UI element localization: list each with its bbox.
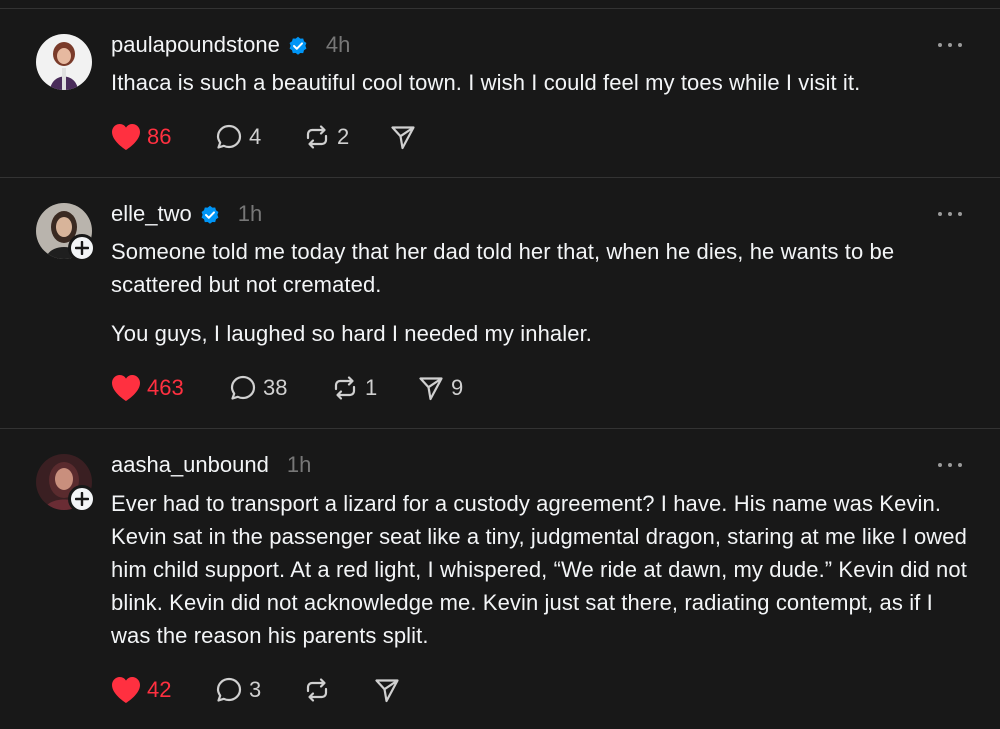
like-button[interactable]: 42	[111, 675, 215, 705]
post-aasha_unbound[interactable]: aasha_unbound 1h Ever had to transport a…	[0, 429, 1000, 729]
share-button[interactable]: 9	[417, 373, 463, 403]
post-paragraph: Ithaca is such a beautiful cool town. I …	[111, 70, 861, 95]
heart-filled-icon	[112, 124, 140, 150]
paper-plane-icon	[391, 126, 415, 150]
heart-filled-icon	[112, 375, 140, 401]
plus-icon	[75, 492, 89, 506]
speech-bubble-icon	[216, 124, 242, 149]
speech-bubble-icon	[230, 375, 256, 400]
username[interactable]: elle_two	[111, 200, 192, 228]
post-paragraph: Ever had to transport a lizard for a cus…	[111, 491, 967, 648]
reply-button[interactable]: 38	[229, 373, 331, 403]
like-button[interactable]: 86	[111, 122, 215, 152]
more-options-icon[interactable]	[936, 204, 964, 224]
reply-button[interactable]: 4	[215, 122, 303, 152]
action-bar: 42 3	[111, 675, 407, 705]
reply-count: 38	[263, 375, 288, 400]
post-elle_two[interactable]: elle_two 1h Someone told me today that h…	[0, 178, 1000, 429]
post-body: Ithaca is such a beautiful cool town. I …	[111, 66, 971, 99]
repost-button[interactable]	[303, 675, 373, 705]
timestamp: 1h	[286, 452, 312, 477]
username[interactable]: paulapoundstone	[111, 31, 280, 59]
reply-count: 3	[249, 677, 262, 702]
like-button[interactable]: 463	[111, 373, 229, 403]
paper-plane-icon	[375, 679, 399, 703]
repost-arrows-icon	[334, 376, 356, 400]
repost-arrows-icon	[306, 678, 328, 702]
reply-button[interactable]: 3	[215, 675, 303, 705]
repost-button[interactable]: 2	[303, 122, 389, 152]
post-paragraph: You guys, I laughed so hard I needed my …	[111, 321, 592, 346]
repost-button[interactable]: 1	[331, 373, 417, 403]
heart-filled-icon	[112, 677, 140, 703]
repost-count: 1	[365, 375, 378, 400]
post-body: Someone told me today that her dad told …	[111, 235, 971, 350]
more-options-icon[interactable]	[936, 455, 964, 475]
post-paragraph: Someone told me today that her dad told …	[111, 239, 895, 297]
post-body: Ever had to transport a lizard for a cus…	[111, 487, 971, 652]
share-button[interactable]	[373, 675, 407, 705]
repost-count: 2	[337, 124, 350, 149]
avatar[interactable]	[36, 34, 92, 90]
plus-icon	[75, 241, 89, 255]
follow-button[interactable]	[68, 485, 96, 513]
verified-badge-icon	[200, 204, 220, 224]
paper-plane-icon	[419, 377, 443, 401]
thread-feed: paulapoundstone 4h Ithaca is such a beau…	[0, 0, 1000, 729]
like-count: 86	[147, 124, 172, 149]
timestamp: 1h	[237, 201, 263, 226]
username[interactable]: aasha_unbound	[111, 451, 269, 479]
verified-badge-icon	[288, 35, 308, 55]
post-paulapoundstone[interactable]: paulapoundstone 4h Ithaca is such a beau…	[0, 0, 1000, 178]
timestamp: 4h	[325, 32, 351, 57]
like-count: 42	[147, 677, 172, 702]
follow-button[interactable]	[68, 234, 96, 262]
repost-arrows-icon	[306, 125, 328, 149]
speech-bubble-icon	[216, 677, 242, 702]
action-bar: 86 4 2	[111, 122, 423, 152]
share-count: 9	[451, 375, 464, 400]
post-header: aasha_unbound 1h	[111, 451, 311, 479]
share-button[interactable]	[389, 122, 423, 152]
reply-count: 4	[249, 124, 262, 149]
post-header: paulapoundstone 4h	[111, 31, 350, 59]
like-count: 463	[147, 375, 184, 400]
post-header: elle_two 1h	[111, 200, 262, 228]
action-bar: 463 38 1 9	[111, 373, 463, 403]
more-options-icon[interactable]	[936, 35, 964, 55]
